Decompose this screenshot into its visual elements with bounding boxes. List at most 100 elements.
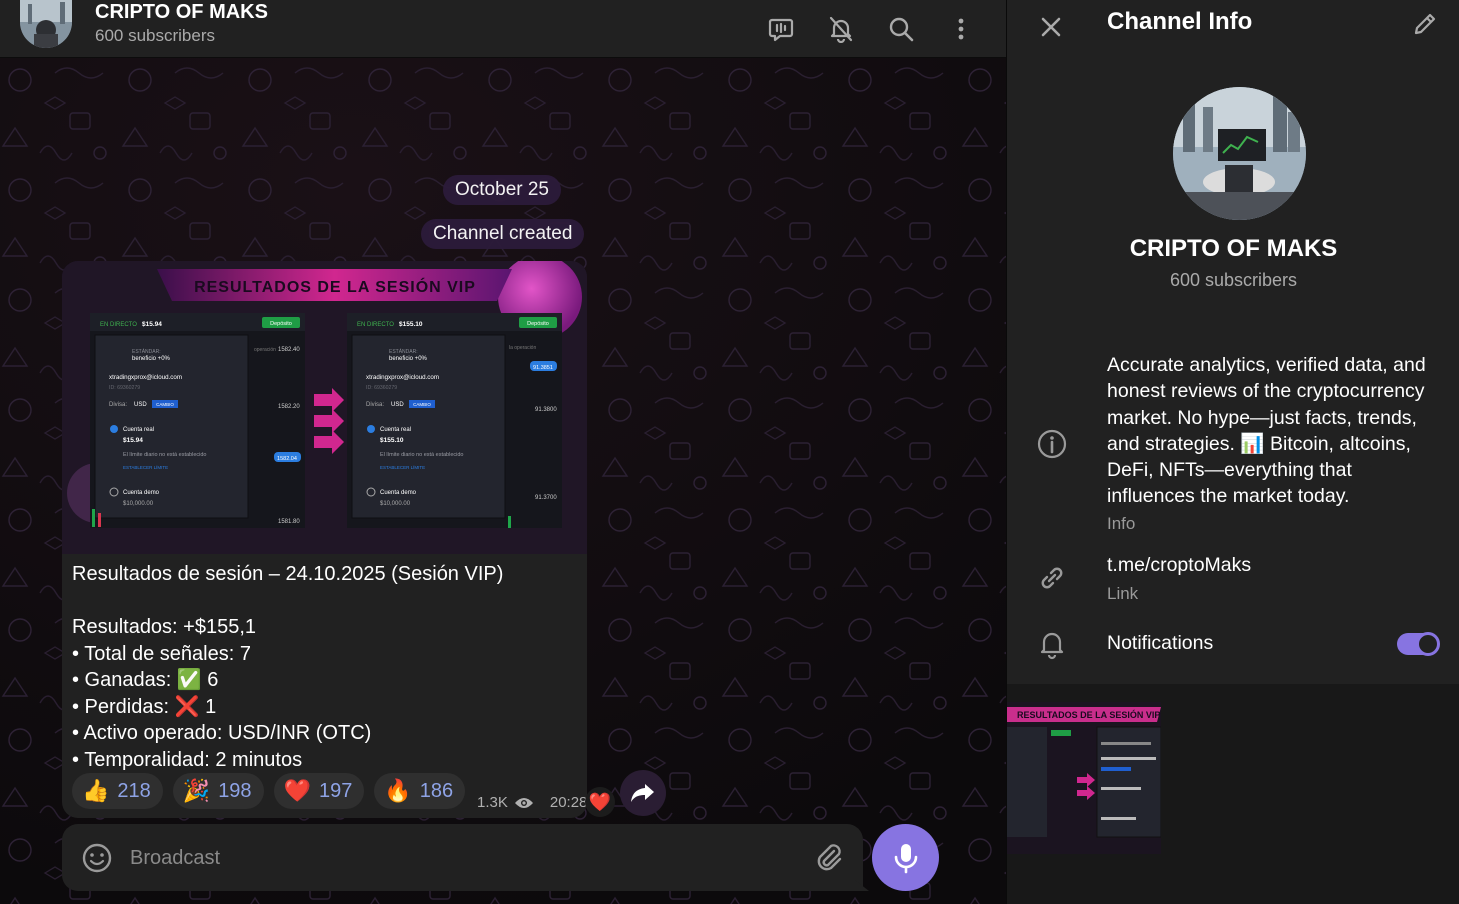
reaction-heart[interactable]: ❤️ 197 bbox=[273, 773, 365, 809]
svg-text:Divisa:: Divisa: bbox=[109, 402, 127, 408]
svg-text:1582.40: 1582.40 bbox=[278, 347, 300, 353]
svg-text:ESTÁNDAR:: ESTÁNDAR: bbox=[389, 348, 418, 355]
live-stream-icon[interactable] bbox=[761, 9, 801, 49]
channel-name: CRIPTO OF MAKS bbox=[1129, 235, 1338, 262]
channel-avatar-large[interactable] bbox=[1173, 87, 1306, 220]
my-reaction-heart-icon[interactable]: ❤️ bbox=[585, 787, 615, 817]
toggle-knob bbox=[1416, 632, 1440, 656]
share-button[interactable] bbox=[620, 770, 666, 816]
svg-text:beneficio +0%: beneficio +0% bbox=[132, 356, 171, 362]
channel-info-card: Channel Info CRIPTO OF MAKS 600 subscrib… bbox=[1007, 0, 1459, 684]
svg-text:$15.94: $15.94 bbox=[123, 437, 143, 444]
svg-text:ID: 69360279: ID: 69360279 bbox=[109, 385, 140, 391]
view-count: 1.3K bbox=[477, 794, 508, 811]
microphone-button[interactable] bbox=[872, 824, 939, 891]
reaction-count: 197 bbox=[318, 779, 353, 802]
edit-button[interactable] bbox=[1407, 6, 1443, 42]
smile-icon[interactable] bbox=[80, 841, 114, 875]
post-text: Resultados de sesión – 24.10.2025 (Sesió… bbox=[72, 563, 504, 771]
svg-text:USD: USD bbox=[134, 402, 147, 408]
svg-text:Depósito: Depósito bbox=[527, 321, 549, 327]
thumbs-up-icon: 👍 bbox=[82, 778, 110, 803]
reaction-fire[interactable]: 🔥 186 bbox=[374, 773, 466, 809]
svg-text:El límite diario no está estab: El límite diario no está establecido bbox=[123, 452, 206, 458]
svg-text:beneficio +0%: beneficio +0% bbox=[389, 356, 428, 362]
mute-bell-icon[interactable] bbox=[821, 9, 861, 49]
share-arrow-icon bbox=[631, 784, 654, 802]
image-banner-text: RESULTADOS DE LA SESIÓN VIP bbox=[194, 277, 476, 296]
reaction-thumbs-up[interactable]: 👍 218 bbox=[72, 773, 163, 809]
svg-text:ESTABLECER LÍMITE: ESTABLECER LÍMITE bbox=[123, 464, 168, 470]
paperclip-icon[interactable] bbox=[812, 841, 846, 875]
eye-icon bbox=[514, 797, 533, 808]
svg-text:ESTÁNDAR:: ESTÁNDAR: bbox=[132, 348, 161, 355]
svg-text:Divisa:: Divisa: bbox=[366, 402, 384, 408]
svg-text:ID: 69360279: ID: 69360279 bbox=[366, 385, 397, 391]
svg-text:operación: operación bbox=[254, 347, 276, 353]
message-meta: 1.3K 20:28 bbox=[477, 794, 587, 811]
service-message-pill: Channel created bbox=[421, 219, 585, 249]
svg-text:Cuenta real: Cuenta real bbox=[123, 427, 154, 433]
svg-text:91.3800: 91.3800 bbox=[535, 407, 557, 413]
reactions-bar: 👍 218 🎉 198 ❤️ 197 🔥 186 bbox=[72, 773, 466, 809]
channel-post[interactable]: RESULTADOS DE LA SESIÓN VIP EN DIRECTO $… bbox=[62, 261, 587, 818]
notifications-toggle[interactable] bbox=[1397, 632, 1440, 656]
svg-text:CAMBIO: CAMBIO bbox=[413, 402, 431, 407]
svg-text:1581.80: 1581.80 bbox=[278, 519, 300, 525]
chat-header[interactable]: CRIPTO OF MAKS 600 subscribers bbox=[0, 0, 1006, 58]
channel-avatar[interactable] bbox=[20, 0, 72, 48]
channel-description: Accurate analytics, verified data, and h… bbox=[1107, 354, 1426, 508]
svg-text:EN DIRECTO: EN DIRECTO bbox=[100, 322, 137, 328]
svg-text:CAMBIO: CAMBIO bbox=[156, 402, 174, 407]
panel-title: Channel Info bbox=[1107, 8, 1253, 35]
fire-icon: 🔥 bbox=[384, 778, 412, 803]
left-screenshot: EN DIRECTO $15.94 Depósito ESTÁNDAR: ben… bbox=[90, 313, 305, 528]
date-pill[interactable]: October 25 bbox=[443, 175, 561, 205]
link-icon bbox=[1041, 567, 1063, 589]
svg-text:$10,000.00: $10,000.00 bbox=[123, 501, 154, 507]
svg-text:RESULTADOS DE LA SESIÓN VIP: RESULTADOS DE LA SESIÓN VIP bbox=[1017, 709, 1160, 720]
svg-text:Cuenta demo: Cuenta demo bbox=[380, 490, 417, 496]
close-button[interactable] bbox=[1033, 9, 1069, 45]
svg-text:ESTABLECER LÍMITE: ESTABLECER LÍMITE bbox=[380, 464, 425, 470]
svg-text:EN DIRECTO: EN DIRECTO bbox=[357, 322, 394, 328]
close-icon bbox=[1041, 17, 1061, 37]
message-composer bbox=[62, 824, 863, 891]
more-vertical-icon[interactable] bbox=[941, 9, 981, 49]
notifications-label: Notifications bbox=[1107, 632, 1214, 654]
svg-text:El límite diario no está estab: El límite diario no está establecido bbox=[380, 452, 463, 458]
telegram-window: CRIPTO OF MAKS 600 subscribers October 2… bbox=[0, 0, 1459, 904]
svg-text:91.3851: 91.3851 bbox=[533, 365, 553, 371]
microphone-icon bbox=[894, 843, 917, 873]
channel-link[interactable]: t.me/croptoMaks bbox=[1107, 554, 1251, 577]
channel-subscribers: 600 subscribers bbox=[95, 26, 216, 45]
media-thumbnail[interactable]: RESULTADOS DE LA SESIÓN VIP bbox=[1007, 702, 1161, 854]
reaction-party[interactable]: 🎉 198 bbox=[172, 773, 264, 809]
svg-text:1582.20: 1582.20 bbox=[278, 404, 300, 410]
svg-text:Depósito: Depósito bbox=[270, 321, 292, 327]
search-icon[interactable] bbox=[881, 9, 921, 49]
info-circle-icon bbox=[1037, 429, 1067, 459]
reaction-count: 218 bbox=[117, 779, 151, 802]
reaction-count: 198 bbox=[218, 779, 252, 802]
svg-text:la operación: la operación bbox=[509, 345, 536, 351]
svg-text:$15.94: $15.94 bbox=[142, 321, 162, 328]
message-time: 20:28 bbox=[549, 794, 587, 811]
right-screenshot: EN DIRECTO $155.10 Depósito ESTÁNDAR: be… bbox=[347, 313, 562, 528]
svg-text:$155.10: $155.10 bbox=[399, 321, 423, 328]
reaction-count: 186 bbox=[419, 779, 454, 802]
svg-text:$10,000.00: $10,000.00 bbox=[380, 501, 411, 507]
heart-icon: ❤️ bbox=[283, 778, 311, 803]
bell-icon bbox=[1040, 632, 1064, 660]
svg-text:Cuenta real: Cuenta real bbox=[380, 427, 411, 433]
svg-text:1582.04: 1582.04 bbox=[277, 456, 297, 462]
channel-title[interactable]: CRIPTO OF MAKS bbox=[95, 1, 268, 24]
svg-text:Cuenta demo: Cuenta demo bbox=[123, 490, 160, 496]
party-popper-icon: 🎉 bbox=[182, 778, 211, 803]
arrows-decoration bbox=[314, 388, 344, 454]
broadcast-input[interactable] bbox=[130, 844, 730, 872]
chat-area: CRIPTO OF MAKS 600 subscribers October 2… bbox=[0, 0, 1006, 904]
svg-text:USD: USD bbox=[391, 402, 404, 408]
post-image[interactable]: RESULTADOS DE LA SESIÓN VIP EN DIRECTO $… bbox=[62, 261, 587, 554]
description-label: Info bbox=[1107, 514, 1136, 533]
